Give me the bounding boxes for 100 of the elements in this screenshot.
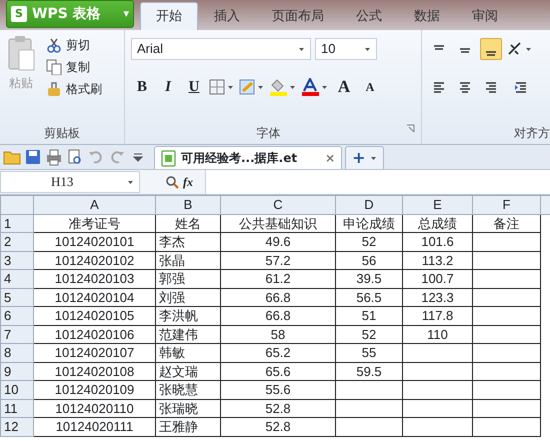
table-cell: 总成绩	[402, 214, 472, 232]
vertical-align-button[interactable]	[480, 38, 502, 60]
table-cell: 申论成绩	[336, 214, 402, 232]
table-cell: 10124020108	[34, 362, 156, 380]
app-name: WPS 表格	[32, 4, 101, 24]
column-header[interactable]: A	[34, 196, 156, 214]
group-caption: 剪贴板	[43, 125, 81, 142]
table-cell: 52.8	[220, 418, 336, 436]
search-icon[interactable]	[165, 175, 179, 189]
copy-icon	[46, 59, 62, 75]
table-cell: 李洪帆	[156, 306, 220, 325]
table-cell: 10124020107	[34, 344, 156, 362]
column-header[interactable]: D	[336, 196, 402, 214]
table-cell: 110	[402, 325, 472, 344]
printer-icon[interactable]	[45, 148, 63, 166]
close-tab-button[interactable]: ×	[325, 149, 336, 167]
table-cell: 117.8	[402, 306, 472, 325]
ribbon-tab[interactable]: 审阅	[456, 2, 514, 30]
underline-button[interactable]: U	[183, 76, 205, 98]
row-header[interactable]: 8	[0, 344, 34, 362]
new-tab-button[interactable]: +	[345, 146, 384, 169]
group-caption: 对齐方	[513, 125, 550, 142]
font-size-field[interactable]: 10	[315, 38, 377, 60]
ribbon-button[interactable]: 格式刷	[44, 78, 104, 100]
table-cell: 56.5	[336, 288, 402, 306]
table-cell: 57.2	[220, 251, 336, 270]
row-header[interactable]: 1	[0, 214, 34, 232]
ribbon-tab[interactable]: 数据	[398, 2, 456, 30]
row-header[interactable]: 5	[0, 288, 34, 306]
row-header[interactable]: 3	[0, 251, 34, 270]
caret-icon[interactable]	[298, 46, 305, 52]
document-tab[interactable]: 可用经验考...据库.et ×	[154, 146, 342, 169]
indent-icon	[514, 80, 528, 94]
save-icon[interactable]	[24, 148, 42, 166]
fill-color-icon[interactable]	[269, 78, 297, 96]
table-cell: 39.5	[336, 270, 402, 288]
grow-font-button[interactable]: A	[333, 76, 355, 98]
column-header[interactable]: E	[402, 196, 472, 214]
table-cell: 100.7	[402, 270, 472, 288]
align-icon	[433, 44, 445, 50]
table-cell: 10124020104	[34, 288, 156, 306]
table-cell: 101.6	[402, 232, 472, 251]
table-cell: 李杰	[156, 232, 220, 251]
ribbon-button[interactable]: 剪切	[44, 34, 104, 56]
row-header[interactable]: 6	[0, 306, 34, 325]
borders-icon[interactable]	[209, 79, 235, 95]
row-header[interactable]: 4	[0, 270, 34, 288]
table-cell: 赵文瑞	[156, 362, 220, 380]
row-header[interactable]: 2	[0, 232, 34, 251]
column-header[interactable]: C	[220, 196, 336, 214]
table-cell: 刘强	[156, 288, 220, 306]
table-cell: 王雅静	[156, 418, 220, 436]
ribbon-tab[interactable]: 开始	[140, 2, 198, 30]
font-color-icon[interactable]	[301, 78, 329, 96]
table-cell: 66.8	[220, 306, 336, 325]
ribbon-tab[interactable]: 页面布局	[256, 2, 340, 30]
dialog-launcher-icon[interactable]	[406, 124, 415, 133]
table-cell: 公共基础知识	[220, 214, 336, 232]
caret-icon[interactable]	[364, 46, 371, 52]
function-button[interactable]: fx	[183, 173, 193, 191]
row-header[interactable]: 12	[0, 418, 34, 436]
table-cell: 55	[336, 344, 402, 362]
column-header[interactable]: F	[472, 196, 540, 214]
formula-field[interactable]	[205, 170, 550, 194]
align-icon	[484, 80, 498, 94]
caret-icon	[370, 154, 377, 162]
fill-style-icon[interactable]	[239, 79, 265, 95]
table-cell: 55.6	[220, 380, 336, 399]
row-header[interactable]: 10	[0, 380, 34, 399]
row-header[interactable]: 7	[0, 325, 34, 344]
app-menu-button[interactable]: S WPS 表格 ▾	[6, 0, 134, 28]
name-box[interactable]: H13	[0, 171, 140, 193]
caret-icon	[127, 178, 134, 186]
table-cell: 113.2	[402, 251, 472, 270]
shrink-font-button[interactable]: A	[359, 76, 381, 98]
font-name-field[interactable]: Arial	[131, 38, 311, 60]
table-cell: 49.6	[220, 232, 336, 251]
table-cell: 66.8	[220, 288, 336, 306]
table-cell: 10124020111	[34, 418, 156, 436]
bold-button[interactable]: B	[131, 76, 153, 98]
table-cell: 65.2	[220, 344, 336, 362]
row-header[interactable]: 9	[0, 362, 34, 380]
table-cell: 10124020101	[34, 232, 156, 251]
italic-button[interactable]: I	[157, 76, 179, 98]
table-cell: 52	[336, 325, 402, 344]
row-header[interactable]: 11	[0, 399, 34, 418]
table-cell: 备注	[472, 214, 540, 232]
table-cell: 范建伟	[156, 325, 220, 344]
table-cell: 10124020103	[34, 270, 156, 288]
table-cell: 10124020105	[34, 306, 156, 325]
table-cell: 52	[336, 232, 402, 251]
ribbon-tab[interactable]: 公式	[340, 2, 398, 30]
group-caption: 字体	[256, 125, 282, 142]
table-cell: 张晶	[156, 251, 220, 270]
table-cell: 61.2	[220, 270, 336, 288]
column-header[interactable]: B	[156, 196, 220, 214]
scissors-icon	[46, 37, 62, 53]
table-cell: 51	[336, 306, 402, 325]
ribbon-tab[interactable]: 插入	[198, 2, 256, 30]
ribbon-button[interactable]: 复制	[44, 56, 104, 78]
